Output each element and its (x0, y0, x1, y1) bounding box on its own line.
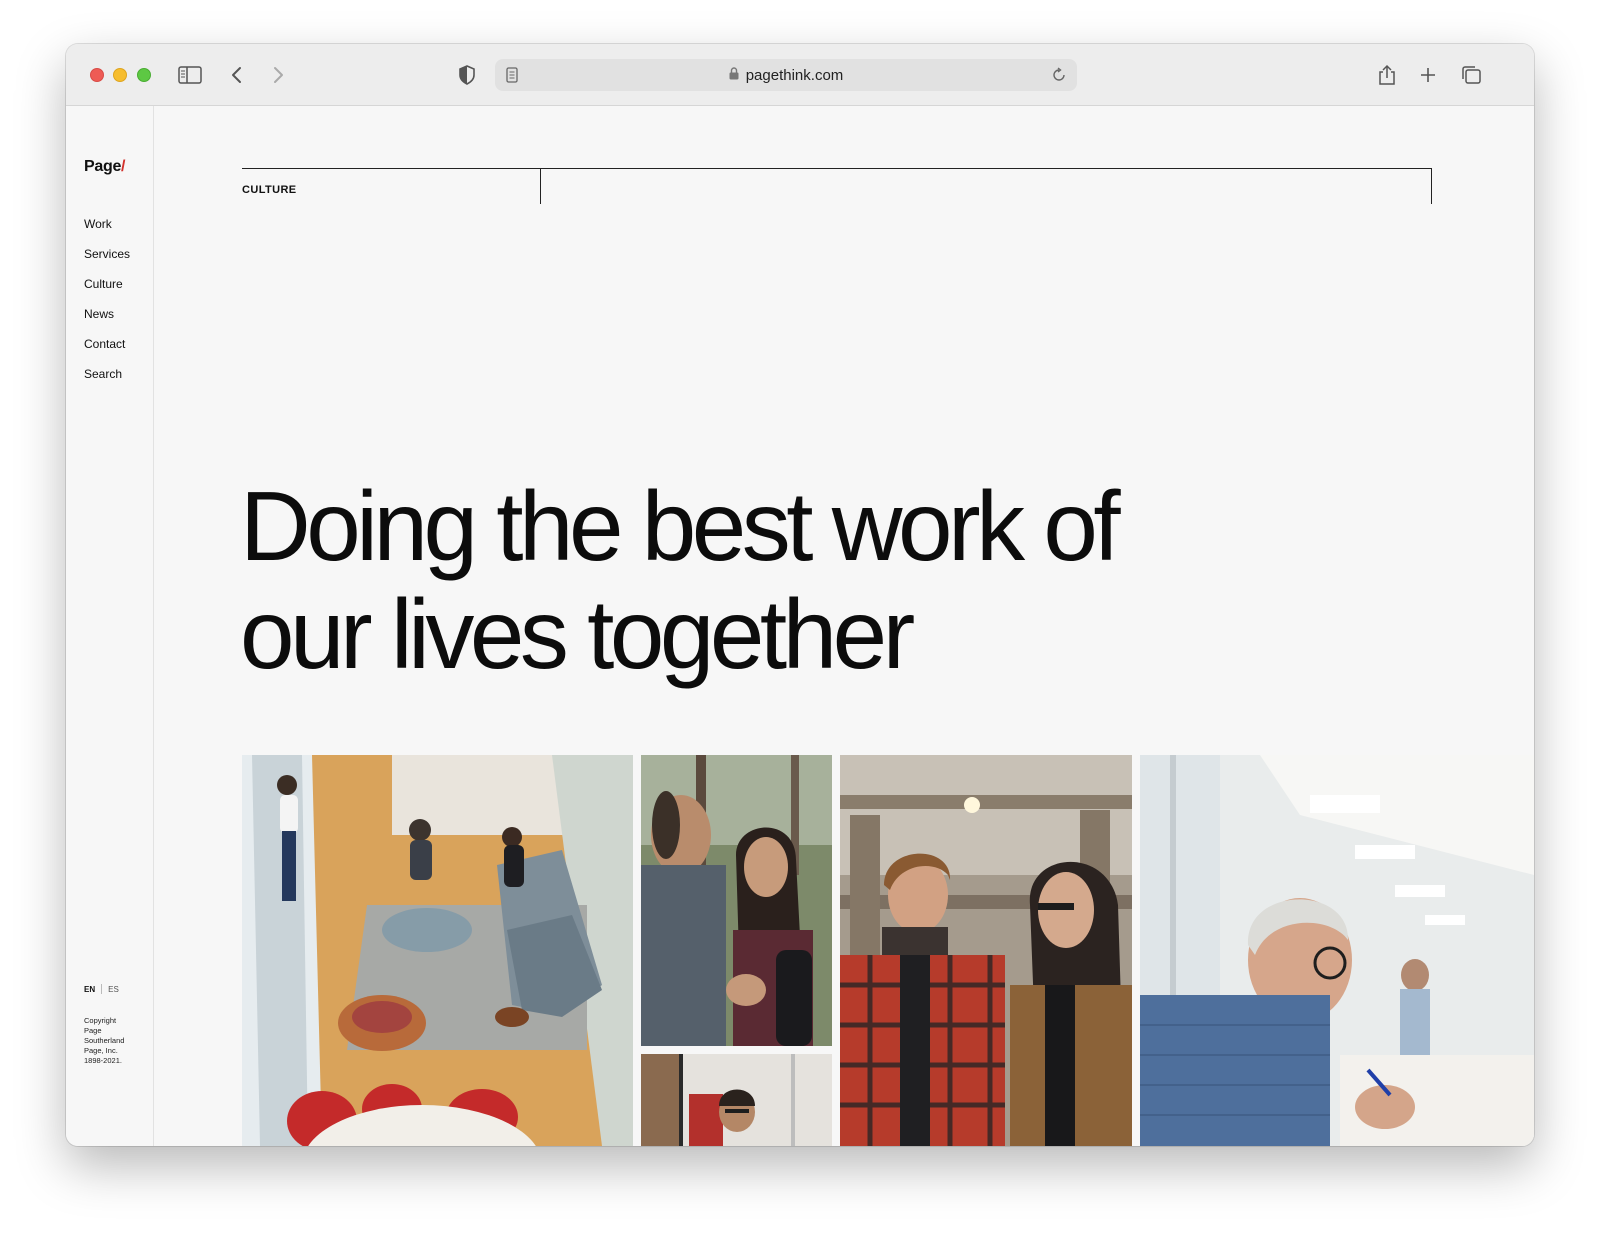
site-sidebar: Page/ Work Services Culture News Contact… (66, 106, 154, 1146)
page-headline: Doing the best work of our lives togethe… (240, 471, 1121, 689)
web-page: Page/ Work Services Culture News Contact… (66, 106, 1534, 1146)
language-switcher: EN ES (84, 984, 119, 994)
minimize-window-button[interactable] (113, 68, 127, 82)
nav-item-news[interactable]: News (84, 306, 130, 336)
close-window-button[interactable] (90, 68, 104, 82)
nav-item-work[interactable]: Work (84, 216, 130, 246)
forward-icon[interactable] (265, 63, 291, 87)
section-label: CULTURE (242, 184, 297, 196)
nav-item-culture[interactable]: Culture (84, 276, 130, 306)
site-nav: Work Services Culture News Contact Searc… (84, 216, 130, 396)
nav-item-search[interactable]: Search (84, 366, 130, 396)
photo-office-window[interactable] (641, 1054, 832, 1146)
url-text: pagethink.com (745, 66, 844, 84)
section-header-frame: CULTURE (242, 168, 1432, 204)
sidebar-toggle-icon[interactable] (177, 63, 203, 87)
frame-divider (540, 169, 541, 204)
address-bar[interactable]: pagethink.com (495, 59, 1077, 91)
browser-window: pagethink.com Page/ Work Services Cultur… (66, 44, 1534, 1146)
browser-toolbar: pagethink.com (66, 44, 1534, 106)
share-icon[interactable] (1374, 63, 1400, 87)
photo-workshop-pair[interactable] (840, 755, 1132, 1146)
frame-right-edge (1431, 169, 1432, 204)
photo-office-lounge[interactable] (242, 755, 633, 1146)
copyright-text: Copyright Page Southerland Page, Inc. 18… (84, 1016, 125, 1065)
tab-overview-icon[interactable] (1458, 63, 1484, 87)
photo-man-drafting[interactable] (1140, 755, 1534, 1146)
lock-icon (729, 66, 739, 84)
lang-en-link[interactable]: EN (84, 985, 95, 994)
privacy-shield-icon[interactable] (454, 63, 480, 87)
photo-colleagues-talking[interactable] (641, 755, 832, 1046)
reload-icon[interactable] (1051, 67, 1067, 88)
photo-gallery (242, 755, 1534, 1146)
lang-es-link[interactable]: ES (108, 985, 119, 994)
nav-item-services[interactable]: Services (84, 246, 130, 276)
maximize-window-button[interactable] (137, 68, 151, 82)
new-tab-icon[interactable] (1415, 63, 1441, 87)
lang-divider (101, 984, 103, 994)
nav-item-contact[interactable]: Contact (84, 336, 130, 366)
back-icon[interactable] (224, 63, 250, 87)
page-logo[interactable]: Page/ (84, 158, 126, 176)
